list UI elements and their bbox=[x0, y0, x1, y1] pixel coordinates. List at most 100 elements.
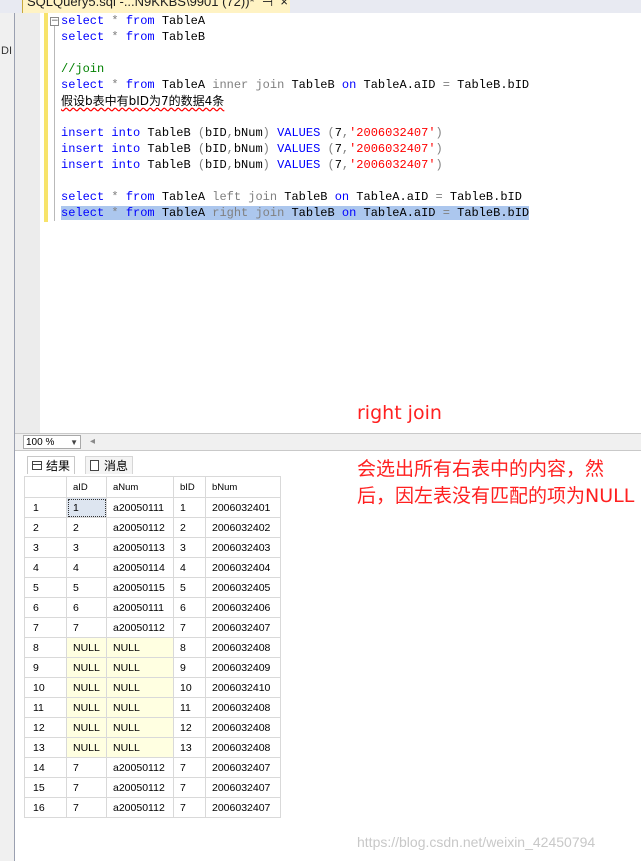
collapse-icon[interactable]: − bbox=[50, 17, 59, 26]
grid-cell[interactable]: 2 bbox=[66, 517, 107, 538]
table-row[interactable]: 14 7 a20050112 7 2006032407 bbox=[24, 757, 281, 778]
row-number-cell[interactable]: 15 bbox=[24, 777, 67, 798]
grid-cell[interactable]: 7 bbox=[66, 797, 107, 818]
grid-cell[interactable]: 10 bbox=[173, 677, 206, 698]
row-number-cell[interactable]: 14 bbox=[24, 757, 67, 778]
column-header-anum[interactable]: aNum bbox=[106, 476, 174, 498]
column-header-aid[interactable]: aID bbox=[66, 476, 107, 498]
grid-cell[interactable]: 1 bbox=[173, 497, 206, 518]
grid-cell[interactable]: 2006032408 bbox=[205, 637, 281, 658]
table-row[interactable]: 3 3 a20050113 3 2006032403 bbox=[24, 537, 281, 558]
grid-cell[interactable]: a20050111 bbox=[106, 497, 174, 518]
table-row[interactable]: 11 NULL NULL 11 2006032408 bbox=[24, 697, 281, 718]
table-row[interactable]: 15 7 a20050112 7 2006032407 bbox=[24, 777, 281, 798]
grid-cell[interactable]: 2006032408 bbox=[205, 697, 281, 718]
grid-cell[interactable]: a20050112 bbox=[106, 517, 174, 538]
grid-cell[interactable]: 12 bbox=[173, 717, 206, 738]
row-number-cell[interactable]: 6 bbox=[24, 597, 67, 618]
grid-cell[interactable]: 5 bbox=[66, 577, 107, 598]
grid-cell[interactable]: 1 bbox=[66, 497, 107, 518]
table-row[interactable]: 8 NULL NULL 8 2006032408 bbox=[24, 637, 281, 658]
table-row[interactable]: 10 NULL NULL 10 2006032410 bbox=[24, 677, 281, 698]
grid-cell[interactable]: 6 bbox=[173, 597, 206, 618]
grid-cell[interactable]: 2006032403 bbox=[205, 537, 281, 558]
grid-cell[interactable]: a20050113 bbox=[106, 537, 174, 558]
grid-cell[interactable]: a20050112 bbox=[106, 797, 174, 818]
grid-cell[interactable]: NULL bbox=[106, 697, 174, 718]
table-row[interactable]: 4 4 a20050114 4 2006032404 bbox=[24, 557, 281, 578]
chevron-down-icon[interactable]: ▼ bbox=[70, 436, 78, 450]
grid-cell[interactable]: 7 bbox=[66, 757, 107, 778]
row-number-header[interactable] bbox=[24, 476, 67, 498]
table-row[interactable]: 12 NULL NULL 12 2006032408 bbox=[24, 717, 281, 738]
grid-cell[interactable]: a20050112 bbox=[106, 757, 174, 778]
grid-cell[interactable]: 2006032407 bbox=[205, 757, 281, 778]
grid-cell[interactable]: 2006032408 bbox=[205, 717, 281, 738]
tab-results[interactable]: 结果 bbox=[27, 456, 76, 474]
grid-cell[interactable]: 4 bbox=[173, 557, 206, 578]
grid-cell[interactable]: NULL bbox=[66, 717, 107, 738]
grid-cell[interactable]: 2 bbox=[173, 517, 206, 538]
table-row[interactable]: 1 1 a20050111 1 2006032401 bbox=[24, 497, 281, 518]
table-row[interactable]: 13 NULL NULL 13 2006032408 bbox=[24, 737, 281, 758]
grid-cell[interactable]: 2006032408 bbox=[205, 737, 281, 758]
row-number-cell[interactable]: 1 bbox=[24, 497, 67, 518]
grid-cell[interactable]: 13 bbox=[173, 737, 206, 758]
column-header-bnum[interactable]: bNum bbox=[205, 476, 281, 498]
grid-cell[interactable]: a20050114 bbox=[106, 557, 174, 578]
grid-cell[interactable]: NULL bbox=[66, 657, 107, 678]
grid-cell[interactable]: NULL bbox=[106, 717, 174, 738]
grid-cell[interactable]: 2006032407 bbox=[205, 617, 281, 638]
table-row[interactable]: 6 6 a20050111 6 2006032406 bbox=[24, 597, 281, 618]
table-row[interactable]: 16 7 a20050112 7 2006032407 bbox=[24, 797, 281, 818]
table-row[interactable]: 9 NULL NULL 9 2006032409 bbox=[24, 657, 281, 678]
grid-cell[interactable]: 3 bbox=[66, 537, 107, 558]
grid-cell[interactable]: 2006032404 bbox=[205, 557, 281, 578]
results-grid[interactable]: aID aNum bID bNum 1 1 a20050111 1 2006032401… bbox=[24, 476, 281, 818]
grid-cell[interactable]: 7 bbox=[66, 617, 107, 638]
row-number-cell[interactable]: 5 bbox=[24, 577, 67, 598]
grid-cell[interactable]: NULL bbox=[66, 737, 107, 758]
grid-cell[interactable]: 2006032401 bbox=[205, 497, 281, 518]
grid-cell[interactable]: NULL bbox=[66, 637, 107, 658]
grid-cell[interactable]: 8 bbox=[173, 637, 206, 658]
grid-cell[interactable]: NULL bbox=[66, 697, 107, 718]
grid-cell[interactable]: 2006032407 bbox=[205, 797, 281, 818]
grid-cell[interactable]: 7 bbox=[173, 777, 206, 798]
grid-cell[interactable]: 7 bbox=[66, 777, 107, 798]
row-number-cell[interactable]: 10 bbox=[24, 677, 67, 698]
grid-cell[interactable]: 2006032405 bbox=[205, 577, 281, 598]
grid-cell[interactable]: 7 bbox=[173, 617, 206, 638]
grid-cell[interactable]: 6 bbox=[66, 597, 107, 618]
tab-messages[interactable]: 消息 bbox=[85, 456, 134, 474]
grid-cell[interactable]: NULL bbox=[106, 637, 174, 658]
row-number-cell[interactable]: 8 bbox=[24, 637, 67, 658]
grid-cell[interactable]: 4 bbox=[66, 557, 107, 578]
row-number-cell[interactable]: 13 bbox=[24, 737, 67, 758]
table-row[interactable]: 2 2 a20050112 2 2006032402 bbox=[24, 517, 281, 538]
grid-cell[interactable]: a20050112 bbox=[106, 777, 174, 798]
grid-cell[interactable]: NULL bbox=[66, 677, 107, 698]
grid-cell[interactable]: NULL bbox=[106, 737, 174, 758]
grid-cell[interactable]: 2006032406 bbox=[205, 597, 281, 618]
row-number-cell[interactable]: 3 bbox=[24, 537, 67, 558]
grid-cell[interactable]: a20050115 bbox=[106, 577, 174, 598]
grid-cell[interactable]: 2006032409 bbox=[205, 657, 281, 678]
grid-cell[interactable]: 11 bbox=[173, 697, 206, 718]
grid-cell[interactable]: 3 bbox=[173, 537, 206, 558]
zoom-select[interactable]: 100 % ▼ bbox=[23, 435, 81, 449]
grid-cell[interactable]: 7 bbox=[173, 757, 206, 778]
row-number-cell[interactable]: 9 bbox=[24, 657, 67, 678]
grid-cell[interactable]: 5 bbox=[173, 577, 206, 598]
scroll-left-icon[interactable]: ◂ bbox=[90, 436, 95, 447]
code-area[interactable]: select * from TableA select * from Table… bbox=[61, 13, 530, 221]
tab-sqlquery5[interactable]: SQLQuery5.sql -...N9KKBS\9901 (72))* ⊣ × bbox=[22, 0, 290, 13]
grid-cell[interactable]: NULL bbox=[106, 677, 174, 698]
column-header-bid[interactable]: bID bbox=[173, 476, 206, 498]
grid-cell[interactable]: 2006032402 bbox=[205, 517, 281, 538]
row-number-cell[interactable]: 12 bbox=[24, 717, 67, 738]
grid-cell[interactable]: a20050112 bbox=[106, 617, 174, 638]
grid-cell[interactable]: 7 bbox=[173, 797, 206, 818]
row-number-cell[interactable]: 16 bbox=[24, 797, 67, 818]
grid-cell[interactable]: a20050111 bbox=[106, 597, 174, 618]
